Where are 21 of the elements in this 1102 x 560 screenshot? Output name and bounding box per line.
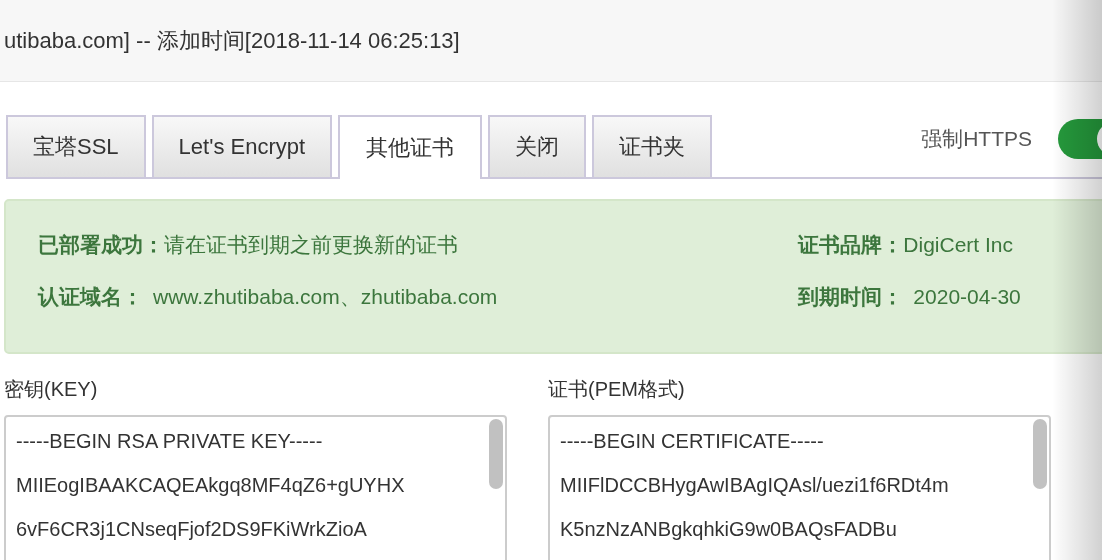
tab[interactable]: Let's Encrypt: [151, 115, 333, 177]
expiry-value: 2020-04-30: [913, 285, 1021, 308]
domain-value: www.zhutibaba.com、zhutibaba.com: [153, 285, 498, 308]
domain-label: 认证域名：: [38, 285, 143, 308]
brand-label: 证书品牌：: [798, 233, 904, 256]
brand-value: DigiCert Inc: [903, 233, 1014, 256]
force-https-label: 强制HTTPS: [921, 126, 1032, 152]
key-label: 密钥(KEY): [4, 377, 99, 402]
cert-field[interactable]: -----BEGIN CERTIFICATE----- MIIFlDCCBHygAwIBAgIQAsl/uezi1f6RDt4m K5nzNzANBgkqhkiG9w0BAQsFADBu: [548, 415, 1051, 560]
expiry-label: 到期时间：: [798, 285, 904, 308]
key-field[interactable]: -----BEGIN RSA PRIVATE KEY----- MIIEogIBAAKCAQEAkgq8MF4qZ6+gUYHX 6vF6CR3j1CNseqFjof2DS9FKiWrkZioA: [4, 415, 507, 560]
tab[interactable]: 其他证书: [338, 115, 483, 179]
status-label: 已部署成功：: [38, 233, 164, 256]
cert-label: 证书(PEM格式): [548, 377, 686, 402]
tab[interactable]: 证书夹: [592, 115, 713, 177]
tab[interactable]: 关闭: [488, 115, 587, 177]
dialog-title: utibaba.com] -- 添加时间[2018-11-14 06:25:13]: [4, 26, 460, 55]
scrollbar-thumb[interactable]: [1033, 419, 1047, 489]
status-text: 请在证书到期之前更换新的证书: [164, 233, 458, 256]
tab[interactable]: 宝塔SSL: [6, 115, 146, 177]
scrollbar-thumb[interactable]: [489, 419, 503, 489]
